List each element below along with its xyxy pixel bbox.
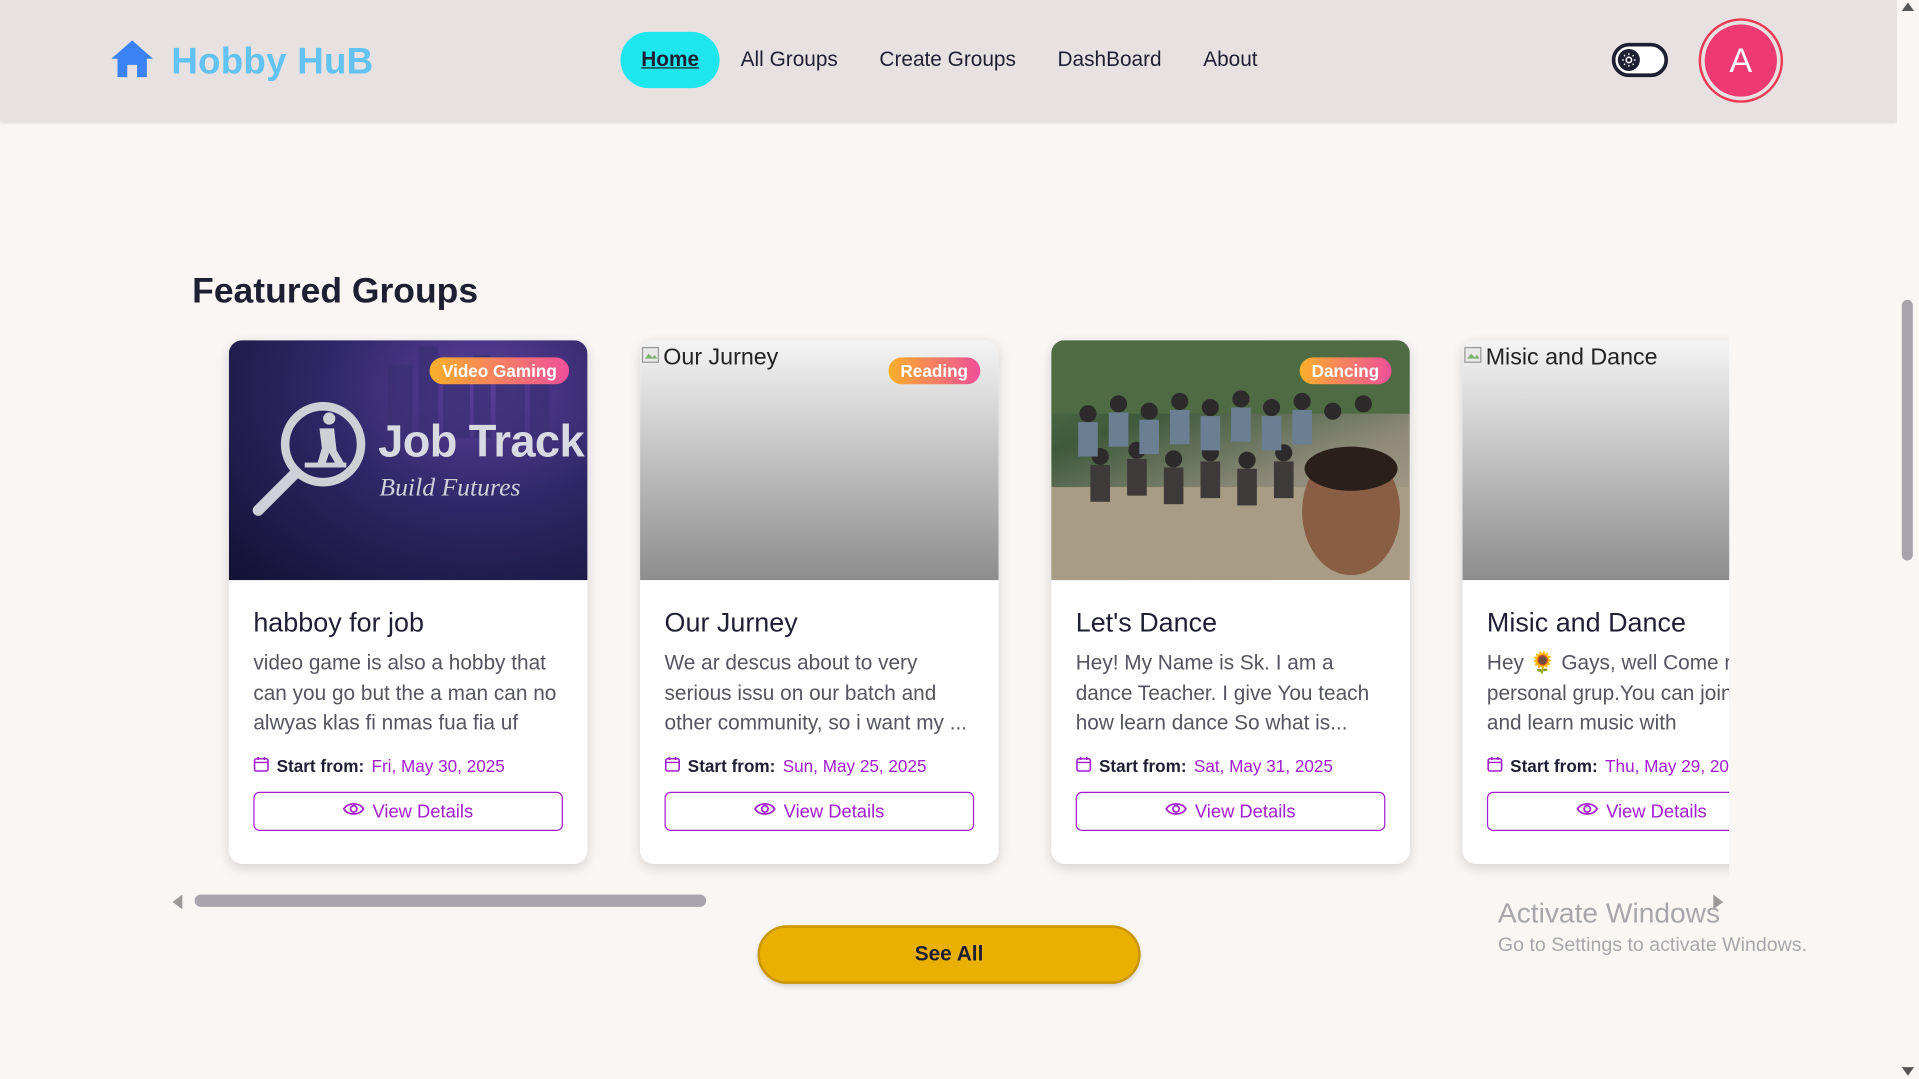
- nav-about[interactable]: About: [1182, 32, 1278, 88]
- page-scrollbar[interactable]: [1896, 0, 1919, 1079]
- see-all-button[interactable]: See All: [757, 925, 1141, 984]
- watermark-subtitle: Go to Settings to activate Windows.: [1497, 934, 1808, 956]
- card-date: Start from: Sun, May 25, 2025: [664, 756, 975, 776]
- scrollbar-thumb[interactable]: [194, 894, 707, 907]
- view-details-button[interactable]: View Details: [253, 791, 563, 831]
- card-title: Misic and Dance: [1486, 607, 1686, 638]
- card-date: Start from: Thu, May 29, 20: [1487, 756, 1729, 776]
- broken-image-alt: Our Jurney: [641, 345, 778, 372]
- section-title: Featured Groups: [192, 271, 479, 311]
- card-title: habboy for job: [253, 607, 424, 638]
- nav-dashboard[interactable]: DashBoard: [1037, 32, 1183, 88]
- card-date: Start from: Sat, May 31, 2025: [1076, 756, 1386, 776]
- eye-icon: [1165, 800, 1188, 822]
- windows-activation-watermark: Activate Windows Go to Settings to activ…: [1498, 897, 1807, 957]
- brand-logo[interactable]: Hobby HuB: [110, 39, 373, 84]
- view-details-label: View Details: [783, 800, 885, 822]
- card-title: Let's Dance: [1075, 607, 1218, 638]
- calendar-icon: [1076, 756, 1092, 776]
- group-card: Misic and Dance Misic and Dance Hey 🌻 Ga…: [1462, 340, 1730, 865]
- carousel-scrollbar[interactable]: [171, 892, 1725, 910]
- category-badge: Reading: [888, 357, 981, 385]
- eye-icon: [343, 800, 365, 822]
- navbar: Hobby HuB Home All Groups Create Groups …: [0, 0, 1897, 122]
- view-details-label: View Details: [1606, 800, 1707, 822]
- image-tagline: Build Futures: [379, 472, 521, 502]
- card-image: Our Jurney Reading: [640, 340, 999, 581]
- card-image: Misic and Dance: [1462, 340, 1730, 581]
- scroll-up-arrow-icon[interactable]: [1901, 2, 1915, 12]
- view-details-label: View Details: [372, 800, 474, 822]
- view-details-button[interactable]: View Details: [664, 791, 975, 831]
- nav-all-groups[interactable]: All Groups: [720, 32, 859, 88]
- nav-home[interactable]: Home: [620, 31, 720, 89]
- date-value: Sat, May 31, 2025: [1193, 756, 1333, 776]
- avatar: A: [1704, 24, 1777, 97]
- card-description: video game is also a hobby that can you …: [253, 651, 557, 735]
- card-description: We ar descus about to very serious issu …: [664, 651, 968, 735]
- calendar-icon: [253, 756, 269, 776]
- scroll-down-arrow-icon[interactable]: [1901, 1067, 1915, 1076]
- group-card: Dancing Let's Dance Hey! My Name is Sk. …: [1051, 340, 1410, 865]
- category-badge: Video Gaming: [429, 357, 570, 385]
- view-details-label: View Details: [1194, 800, 1296, 822]
- view-details-button[interactable]: View Details: [1486, 791, 1730, 831]
- date-label: Start from:: [687, 756, 776, 776]
- eye-icon: [754, 800, 777, 822]
- featured-carousel[interactable]: Job Track Build Futures Video Gaming hab…: [184, 330, 1730, 881]
- broken-image-icon: [1464, 345, 1484, 372]
- home-icon: [110, 39, 154, 84]
- date-value: Sun, May 25, 2025: [782, 756, 927, 776]
- user-avatar-button[interactable]: A: [1698, 18, 1784, 103]
- nav-create-groups[interactable]: Create Groups: [859, 32, 1037, 88]
- date-label: Start from:: [1098, 756, 1187, 776]
- date-value: Thu, May 29, 20: [1605, 756, 1729, 776]
- sun-icon: [1617, 48, 1640, 71]
- date-value: Fri, May 30, 2025: [371, 756, 505, 776]
- watermark-title: Activate Windows: [1497, 897, 1721, 929]
- view-details-button[interactable]: View Details: [1075, 791, 1386, 831]
- card-image: Job Track Build Futures Video Gaming: [228, 340, 588, 581]
- theme-toggle[interactable]: [1611, 42, 1669, 78]
- date-label: Start from:: [276, 756, 365, 776]
- card-image: Dancing: [1051, 340, 1410, 581]
- card-title: Our Jurney: [664, 607, 798, 638]
- image-headline: Job Track: [378, 416, 585, 467]
- broken-image-icon: [641, 345, 661, 372]
- group-card: Job Track Build Futures Video Gaming hab…: [228, 340, 588, 865]
- page: Hobby HuB Home All Groups Create Groups …: [0, 0, 1919, 1079]
- card-description: Hey 🌻 Gays, well Come m personal grup.Yo…: [1486, 651, 1729, 735]
- calendar-icon: [1487, 756, 1503, 776]
- main-nav: Home All Groups Create Groups DashBoard …: [620, 31, 1278, 89]
- eye-icon: [1576, 800, 1599, 822]
- category-badge: Dancing: [1299, 357, 1392, 385]
- group-card: Our Jurney Reading Our Jurney We ar desc…: [640, 340, 999, 865]
- broken-image-alt: Misic and Dance: [1464, 345, 1658, 372]
- date-label: Start from:: [1510, 756, 1598, 776]
- brand-name: Hobby HuB: [171, 40, 374, 82]
- calendar-icon: [664, 756, 681, 776]
- page-scrollbar-thumb[interactable]: [1901, 299, 1913, 561]
- card-date: Start from: Fri, May 30, 2025: [253, 756, 563, 776]
- scroll-left-arrow-icon[interactable]: [172, 894, 183, 910]
- card-description: Hey! My Name is Sk. I am a dance Teacher…: [1075, 651, 1370, 735]
